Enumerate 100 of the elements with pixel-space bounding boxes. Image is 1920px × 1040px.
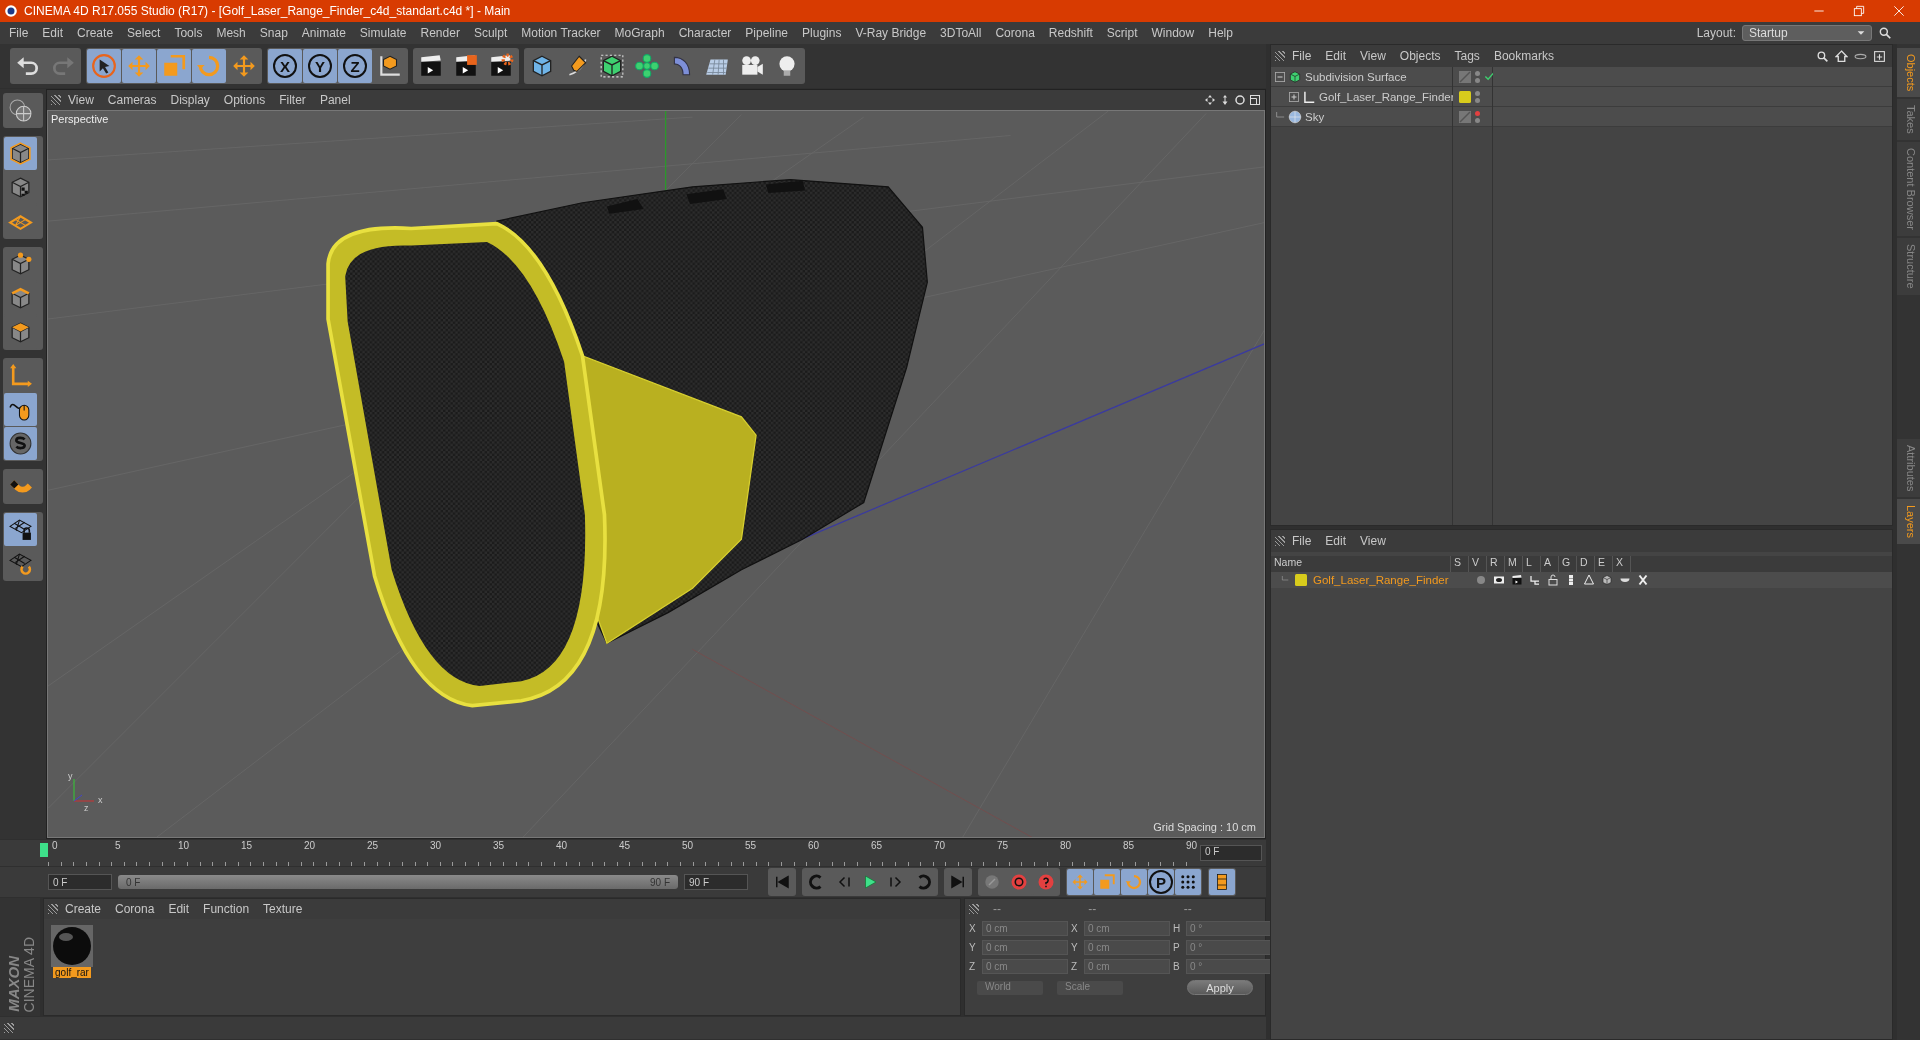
menu-item[interactable]: File [2,26,36,40]
key-icon [983,873,1001,891]
visibility-dot[interactable] [1475,110,1480,116]
object-name[interactable]: Sky [1305,110,1325,123]
new-window-icon[interactable] [1873,49,1886,63]
menu-item[interactable]: Edit [1318,534,1354,548]
snap-button[interactable] [4,427,37,460]
menu-item[interactable]: Tools [167,26,210,40]
menu-item[interactable]: Sculpt [466,26,515,40]
layout-dropdown[interactable]: Startup [1742,25,1872,41]
menu-item[interactable]: Plugins [795,26,849,40]
pyramid-icon[interactable] [1582,574,1595,586]
menu-item[interactable]: Options [216,93,273,107]
menu-item[interactable]: View [61,93,101,107]
frame-field[interactable]: 0 F [48,874,112,890]
menu-item[interactable]: Cameras [100,93,164,107]
menu-item[interactable]: Edit [161,902,197,916]
timeline-button[interactable] [1209,869,1235,895]
axis-button[interactable]: Z [338,49,372,83]
frame-field[interactable]: 90 F [684,874,748,890]
side-tab[interactable]: Layers [1897,499,1920,545]
menu-item[interactable]: Filter [272,93,313,107]
visibility-dot[interactable] [1475,97,1480,103]
menu-item[interactable]: File [1285,49,1319,63]
menu-item[interactable]: Corona [108,902,162,916]
side-tab[interactable]: Objects [1897,48,1920,98]
axis-button[interactable]: X [268,49,302,83]
expand-icon[interactable] [1289,91,1299,102]
menu-item[interactable]: Function [196,902,257,916]
menu-item[interactable]: View [1353,49,1393,63]
menu-item[interactable]: Select [120,26,168,40]
menu-item[interactable]: Create [70,26,121,40]
maximize-icon[interactable] [1249,94,1261,106]
tweak-button[interactable] [4,393,37,426]
hierarchy-icon[interactable] [1528,574,1541,586]
object-name[interactable]: Golf_Laser_Range_Finder [1319,90,1455,103]
panel-grip-icon[interactable] [4,1023,14,1033]
frame-field[interactable]: 0 F [1200,845,1262,861]
menu-item[interactable]: V-Ray Bridge [848,26,934,40]
menu-item[interactable]: Corona [988,26,1042,40]
visibility-dot[interactable] [1475,90,1480,96]
menu-item[interactable]: Create [58,902,109,916]
menu-item[interactable]: Texture [256,902,310,916]
home-icon[interactable] [1835,49,1848,63]
menu-item[interactable]: Script [1099,26,1145,40]
shield-cube-icon[interactable] [1600,574,1613,586]
menu-item[interactable]: 3DToAll [933,26,989,40]
menu-item[interactable]: Mesh [209,26,253,40]
menu-item[interactable]: Panel [312,93,358,107]
restore-icon[interactable] [1852,4,1866,18]
panel-grip-icon[interactable] [48,904,58,914]
menu-item[interactable]: Snap [252,26,295,40]
menu-item[interactable]: Character [671,26,739,40]
menu-item[interactable]: Edit [1318,49,1354,63]
panel-grip-icon[interactable] [969,904,979,914]
unlocked-icon[interactable] [1546,574,1559,586]
panel-grip-icon[interactable] [1275,536,1285,546]
frame-number: 10 [177,840,191,853]
menu-item[interactable]: Render [413,26,467,40]
axis-button[interactable]: Y [303,49,337,83]
move-arrows-icon[interactable] [1204,94,1216,106]
model-button[interactable] [4,137,37,170]
visibility-dot[interactable] [1475,117,1480,123]
frame-number: 60 [807,840,821,853]
search-icon[interactable] [1816,49,1829,63]
x-mark-icon[interactable] [1636,574,1649,586]
menu-item[interactable]: Redshift [1041,26,1100,40]
menu-item[interactable]: Edit [35,26,71,40]
menu-item[interactable]: Tags [1447,49,1487,63]
menu-item[interactable]: Help [1201,26,1240,40]
collapse-icon[interactable] [1275,71,1285,82]
menu-item[interactable]: View [1353,534,1393,548]
menu-item[interactable]: MoGraph [607,26,672,40]
menu-item[interactable]: Pipeline [738,26,796,40]
clapperboard-icon[interactable] [1510,574,1523,586]
close-icon[interactable] [1892,4,1906,18]
menu-item[interactable]: Bookmarks [1486,49,1561,63]
menu-item[interactable]: Animate [294,26,353,40]
layer-name[interactable]: Golf_Laser_Range_Finder [1313,574,1449,586]
menu-item[interactable]: Display [163,93,217,107]
visibility-dot[interactable] [1475,70,1480,76]
visibility-dot[interactable] [1475,77,1480,83]
axis-arrows-icon [8,363,33,388]
solo-dot-icon[interactable] [1474,574,1487,586]
apply-button[interactable]: Apply [1187,980,1253,995]
menu-item[interactable]: Objects [1392,49,1448,63]
material-name[interactable]: golf_rar [53,967,91,978]
rotate-icon[interactable] [1234,94,1246,106]
select-button[interactable] [87,49,121,83]
panel-grip-icon[interactable] [1275,51,1285,61]
eye-icon[interactable] [1492,574,1505,586]
menu-item[interactable]: File [1285,534,1319,548]
menu-item[interactable]: Simulate [352,26,414,40]
pla-button[interactable] [1175,869,1201,895]
search-icon[interactable] [1878,26,1892,40]
panel-grip-icon[interactable] [51,95,61,105]
menu-item[interactable]: Window [1144,26,1202,40]
menu-item[interactable]: Motion Tracker [514,26,608,40]
lockplane-button[interactable] [4,513,37,546]
param-button[interactable]: P [1148,869,1174,895]
